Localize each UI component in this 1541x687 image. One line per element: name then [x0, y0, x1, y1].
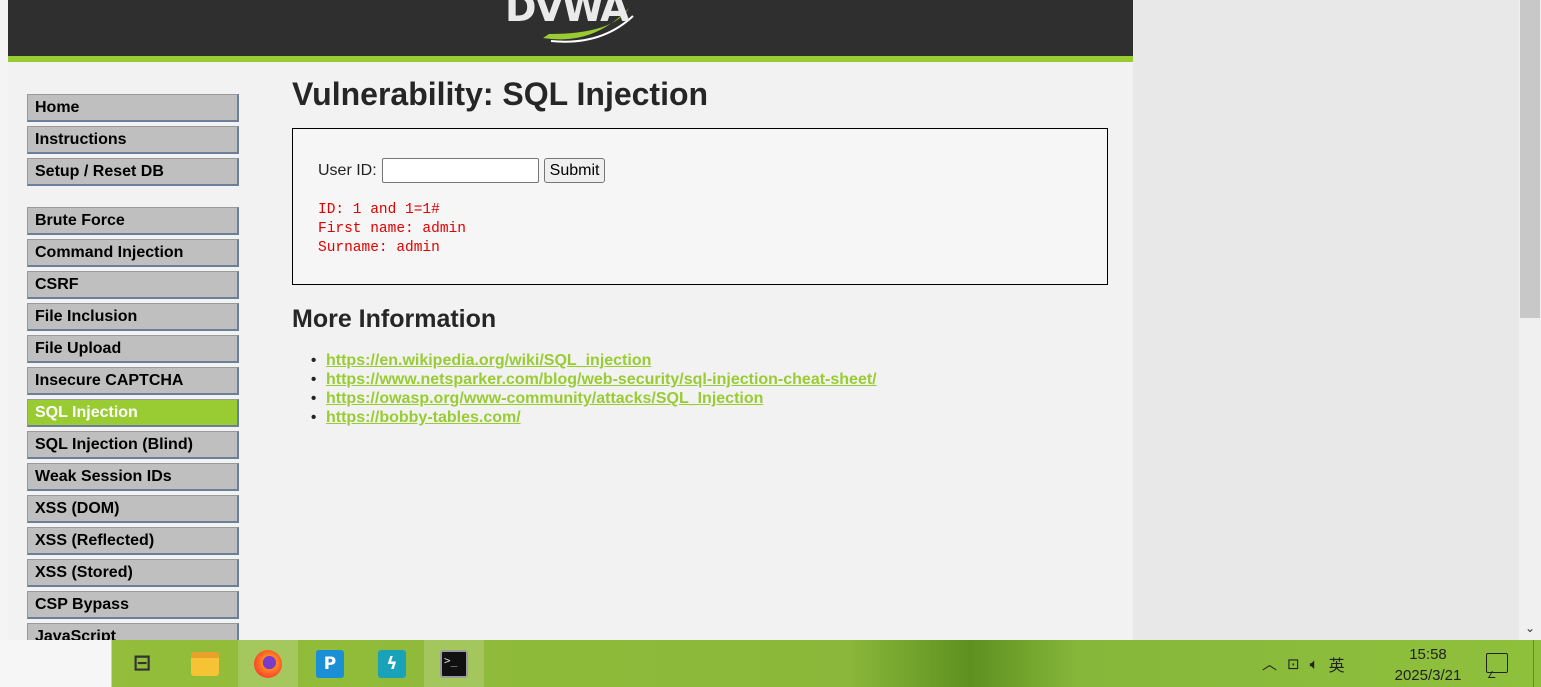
menu-item-command-injection[interactable]: Command Injection	[27, 239, 239, 267]
firefox-icon	[254, 649, 282, 678]
menu-item-brute-force[interactable]: Brute Force	[27, 207, 239, 235]
sidebar-menu: Home Instructions Setup / Reset DB Brute…	[27, 94, 239, 640]
menu-item-instructions[interactable]: Instructions	[27, 126, 239, 154]
menu-item-xss-dom[interactable]: XSS (DOM)	[27, 495, 239, 523]
menu-group-vulnerabilities: Brute Force Command Injection CSRF File …	[27, 207, 239, 640]
menu-item-setup-reset-db[interactable]: Setup / Reset DB	[27, 158, 239, 186]
menu-item-sql-injection[interactable]: SQL Injection	[27, 399, 239, 427]
chevron-up-icon[interactable]: ︿	[1262, 653, 1277, 674]
vertical-scrollbar[interactable]: ⌄	[1519, 0, 1541, 640]
user-id-form: User ID: Submit	[318, 158, 606, 183]
result-first-name-line: First name: admin	[318, 221, 466, 237]
menu-item-insecure-captcha[interactable]: Insecure CAPTCHA	[27, 367, 239, 395]
link-bobby-tables[interactable]: https://bobby-tables.com/	[326, 409, 521, 426]
clock-time: 15:58	[1409, 646, 1447, 663]
taskbar-firefox[interactable]	[238, 640, 298, 687]
dvwa-logo: DVWA	[503, 0, 638, 44]
menu-item-xss-reflected[interactable]: XSS (Reflected)	[27, 527, 239, 555]
system-tray: ︿ ⊡ 🔈︎ 英	[1262, 640, 1359, 687]
taskbar-task-view[interactable]: ⊟	[112, 640, 172, 687]
menu-item-file-upload[interactable]: File Upload	[27, 335, 239, 363]
scroll-down-arrow-icon[interactable]: ⌄	[1523, 620, 1537, 636]
submit-button[interactable]: Submit	[543, 158, 606, 183]
link-wikipedia[interactable]: https://en.wikipedia.org/wiki/SQL_inject…	[326, 352, 651, 369]
p-app-icon: P	[316, 649, 344, 678]
terminal-icon: >_	[440, 649, 468, 678]
volume-icon[interactable]: 🔈︎	[1310, 655, 1319, 673]
more-information-links: https://en.wikipedia.org/wiki/SQL_inject…	[311, 351, 877, 427]
task-view-icon: ⊟	[132, 651, 152, 676]
show-desktop-button[interactable]	[1533, 640, 1541, 687]
query-result: ID: 1 and 1=1# First name: admin Surname…	[318, 201, 466, 258]
main-content: Vulnerability: SQL Injection User ID: Su…	[292, 76, 1112, 427]
page-header: DVWA	[8, 0, 1133, 62]
notification-icon[interactable]	[1486, 653, 1508, 673]
clock-date: 2025/3/21	[1394, 667, 1462, 684]
menu-item-csp-bypass[interactable]: CSP Bypass	[27, 591, 239, 619]
page-title: Vulnerability: SQL Injection	[292, 76, 709, 112]
list-item: https://www.netsparker.com/blog/web-secu…	[311, 370, 877, 389]
list-item: https://owasp.org/www-community/attacks/…	[311, 389, 877, 408]
taskbar: ⊟ P ϟ >_ ︿ ⊡ 🔈︎ 英 15:58 2025/3/21	[0, 640, 1541, 687]
bolt-app-icon: ϟ	[378, 649, 406, 678]
menu-item-xss-stored[interactable]: XSS (Stored)	[27, 559, 239, 587]
window-edge	[0, 0, 8, 640]
menu-item-weak-session-ids[interactable]: Weak Session IDs	[27, 463, 239, 491]
menu-item-javascript[interactable]: JavaScript	[27, 623, 239, 640]
menu-item-csrf[interactable]: CSRF	[27, 271, 239, 299]
result-surname-line: Surname: admin	[318, 240, 440, 256]
result-id-line: ID: 1 and 1=1#	[318, 202, 440, 218]
taskbar-file-explorer[interactable]	[175, 640, 235, 687]
file-explorer-icon	[191, 651, 219, 676]
scrollbar-thumb[interactable]	[1520, 0, 1540, 318]
taskbar-bolt-app[interactable]: ϟ	[362, 640, 422, 687]
list-item: https://bobby-tables.com/	[311, 408, 877, 427]
system-clock[interactable]: 15:58 2025/3/21	[1380, 644, 1476, 686]
taskbar-terminal[interactable]: >_	[424, 640, 484, 687]
menu-item-home[interactable]: Home	[27, 94, 239, 122]
user-id-input[interactable]	[381, 158, 539, 183]
more-information-heading: More Information	[292, 305, 497, 333]
logo-text: DVWA	[505, 0, 630, 30]
vulnerable-code-area: User ID: Submit ID: 1 and 1=1# First nam…	[292, 128, 1108, 285]
menu-group-general: Home Instructions Setup / Reset DB	[27, 94, 239, 186]
menu-item-sql-injection-blind[interactable]: SQL Injection (Blind)	[27, 431, 239, 459]
link-netsparker[interactable]: https://www.netsparker.com/blog/web-secu…	[326, 371, 877, 388]
ime-indicator[interactable]: 英	[1329, 652, 1345, 676]
menu-item-file-inclusion[interactable]: File Inclusion	[27, 303, 239, 331]
taskbar-search-area[interactable]	[0, 640, 112, 687]
list-item: https://en.wikipedia.org/wiki/SQL_inject…	[311, 351, 877, 370]
user-id-label: User ID:	[318, 161, 377, 179]
network-icon[interactable]: ⊡	[1287, 655, 1300, 673]
dvwa-page: DVWA Home Instructions Setup / Reset DB …	[8, 0, 1133, 640]
browser-viewport: DVWA Home Instructions Setup / Reset DB …	[0, 0, 1541, 640]
taskbar-p-app[interactable]: P	[300, 640, 360, 687]
link-owasp[interactable]: https://owasp.org/www-community/attacks/…	[326, 390, 763, 407]
